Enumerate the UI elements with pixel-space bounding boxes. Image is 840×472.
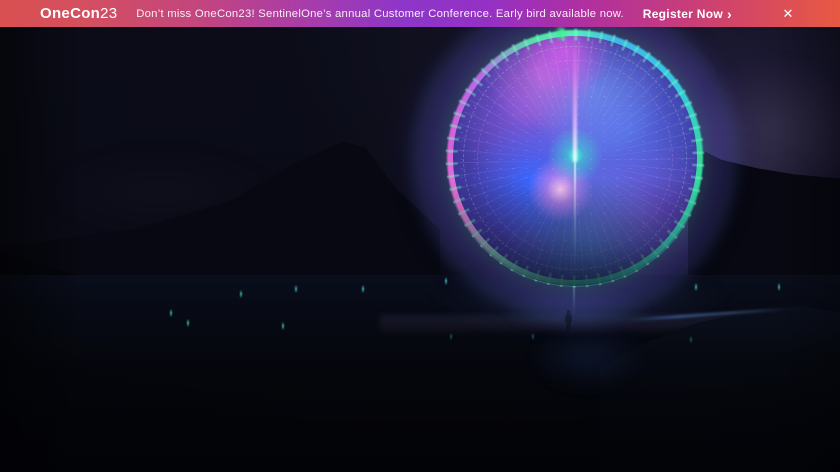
light-streak	[295, 285, 297, 293]
announcement-banner: OneCon 23 Don’t miss OneCon23! SentinelOn…	[0, 0, 840, 27]
portal-bottom-fade	[447, 30, 703, 286]
portal-orb	[411, 27, 739, 322]
onecon-logo-brand: OneCon	[40, 5, 101, 22]
register-now-link[interactable]: Register Now ›	[643, 7, 732, 21]
light-streak	[690, 336, 692, 343]
light-streak	[362, 285, 364, 293]
light-streak	[170, 309, 172, 317]
light-streak	[778, 283, 780, 291]
chevron-right-icon: ›	[727, 5, 732, 22]
onecon-logo[interactable]: OneCon 23	[40, 5, 117, 22]
register-now-label: Register Now	[642, 6, 724, 21]
onecon-landing-page: OneCon 23 Don’t miss OneCon23! SentinelOn…	[0, 0, 840, 472]
banner-close-button[interactable]: ✕	[780, 6, 796, 22]
light-streak	[187, 319, 189, 327]
light-streak	[450, 333, 452, 340]
light-streak	[282, 322, 284, 330]
close-icon: ✕	[782, 6, 794, 21]
banner-message: Don’t miss OneCon23! SentinelOne’s annua…	[136, 7, 624, 20]
light-streak	[532, 333, 534, 340]
light-streak	[240, 290, 242, 298]
hero-image	[0, 27, 840, 472]
ground-light-patch	[528, 323, 648, 393]
onecon-logo-year: 23	[100, 5, 118, 22]
